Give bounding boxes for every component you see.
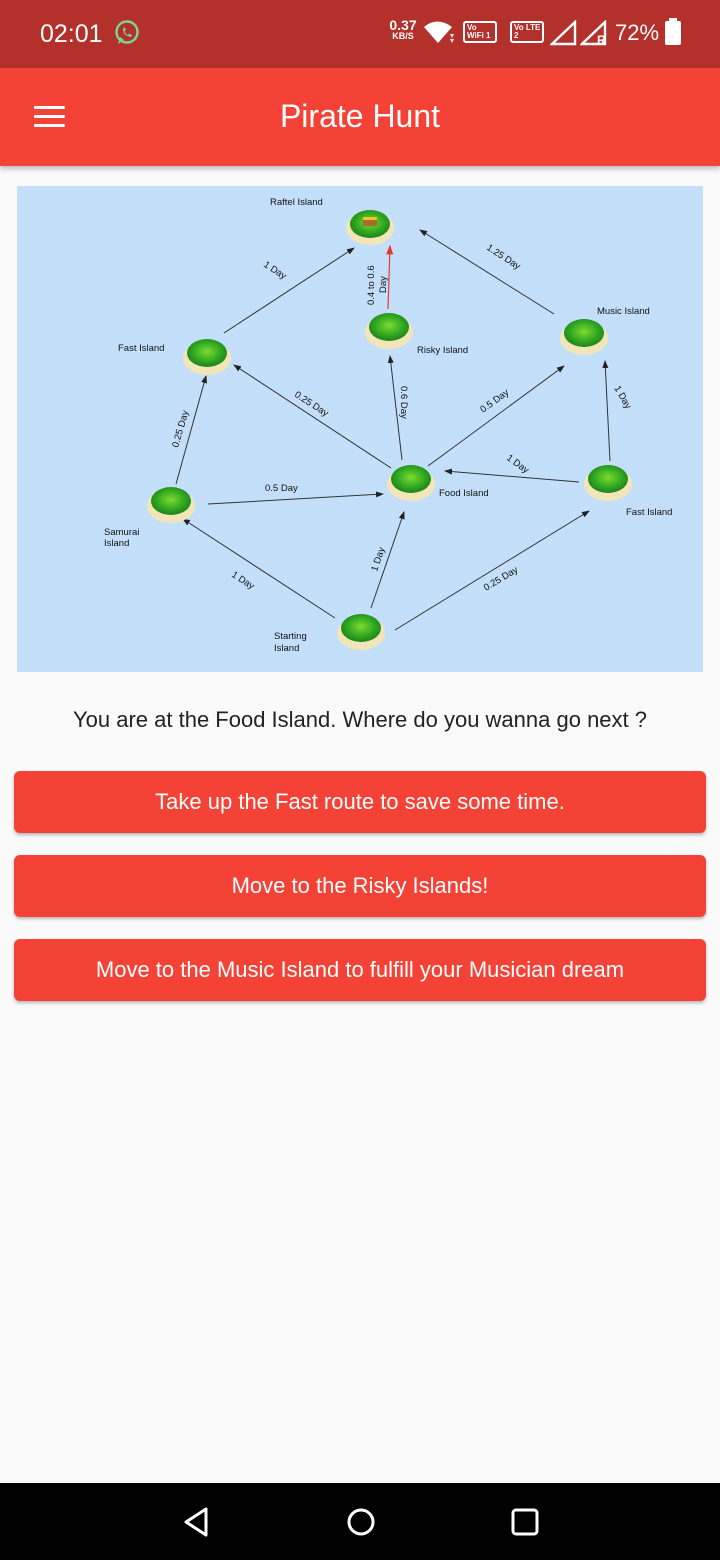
island-map: Raftel Island Risky Island Music Island … bbox=[17, 186, 703, 672]
choice-music-island-button[interactable]: Move to the Music Island to fulfill your… bbox=[14, 939, 706, 1001]
island-raftel bbox=[346, 210, 394, 245]
route-line bbox=[207, 491, 384, 505]
volte-wifi-label: Vo WiFi 1 bbox=[467, 24, 491, 40]
volte-wifi-badge: Vo WiFi 1 bbox=[463, 21, 497, 43]
route-line bbox=[427, 365, 565, 467]
whatsapp-icon bbox=[115, 20, 139, 44]
route-label: 0.25 Day bbox=[292, 389, 330, 419]
route-label: 0.4 to 0.6 bbox=[366, 265, 377, 305]
route-line bbox=[223, 247, 355, 334]
route-label: 1 Day bbox=[229, 569, 256, 592]
route-line bbox=[419, 229, 555, 315]
app-bar: Pirate Hunt bbox=[0, 68, 720, 166]
home-icon[interactable] bbox=[345, 1505, 377, 1539]
route-line bbox=[394, 510, 590, 631]
island-label: Raftel Island bbox=[270, 197, 323, 208]
recents-icon[interactable] bbox=[509, 1505, 541, 1539]
route-label: 0.6 Day bbox=[398, 386, 409, 419]
route-label: 1 Day bbox=[504, 453, 531, 477]
route-label: 0.5 Day bbox=[478, 387, 511, 415]
route-label: 1 Day bbox=[261, 259, 288, 282]
system-navigation-bar bbox=[0, 1483, 720, 1560]
network-speed-value: 0.37 bbox=[389, 17, 417, 33]
volte-lte-label: Vo LTE 2 bbox=[514, 24, 541, 40]
status-bar: 02:01 0.37 KB/S Vo WiFi 1 Vo LTE 2 R 72% bbox=[0, 0, 720, 68]
island-risky bbox=[365, 313, 413, 349]
island-label: Music Island bbox=[597, 306, 650, 317]
route-label: 1 Day bbox=[611, 384, 633, 411]
island-label: Fast Island bbox=[626, 507, 672, 518]
island-fast-left bbox=[183, 339, 231, 375]
signal-icon bbox=[550, 20, 577, 46]
back-icon[interactable] bbox=[180, 1505, 212, 1539]
roaming-indicator: R bbox=[597, 33, 606, 47]
wifi-icon bbox=[424, 21, 454, 43]
route-label: 0.5 Day bbox=[265, 483, 298, 494]
island-label: Fast Island bbox=[118, 343, 164, 354]
island-label: Samurai bbox=[104, 527, 139, 538]
island-label: Island bbox=[274, 643, 299, 654]
island-music bbox=[560, 319, 608, 355]
status-time: 02:01 bbox=[40, 20, 103, 48]
island-label: Food Island bbox=[439, 488, 489, 499]
route-line bbox=[444, 468, 580, 483]
island-label: Starting bbox=[274, 631, 307, 642]
island-start bbox=[337, 614, 385, 650]
route-label: 0.25 Day bbox=[170, 409, 191, 449]
island-fast-right bbox=[584, 465, 632, 501]
question-prompt: You are at the Food Island. Where do you… bbox=[72, 707, 648, 732]
route-line bbox=[182, 518, 336, 619]
app-title: Pirate Hunt bbox=[279, 98, 441, 134]
battery-percentage: 72% bbox=[615, 20, 660, 45]
island-label: Risky Island bbox=[417, 345, 468, 356]
island-samurai bbox=[147, 487, 195, 523]
volte-lte-badge: Vo LTE 2 bbox=[510, 21, 544, 43]
route-label: 1.25 Day bbox=[484, 242, 522, 272]
choice-risky-islands-button[interactable]: Move to the Risky Islands! bbox=[14, 855, 706, 917]
route-label: 0.25 Day bbox=[482, 564, 520, 593]
network-speed: 0.37 KB/S bbox=[387, 17, 419, 42]
battery-icon bbox=[665, 18, 681, 45]
island-map-graphic: Raftel Island Risky Island Music Island … bbox=[104, 197, 672, 654]
island-food bbox=[387, 465, 435, 501]
route-label: Day bbox=[378, 276, 389, 293]
island-label: Island bbox=[104, 538, 129, 549]
route-line bbox=[233, 364, 392, 469]
route-line bbox=[602, 360, 611, 462]
choice-fast-route-button[interactable]: Take up the Fast route to save some time… bbox=[14, 771, 706, 833]
